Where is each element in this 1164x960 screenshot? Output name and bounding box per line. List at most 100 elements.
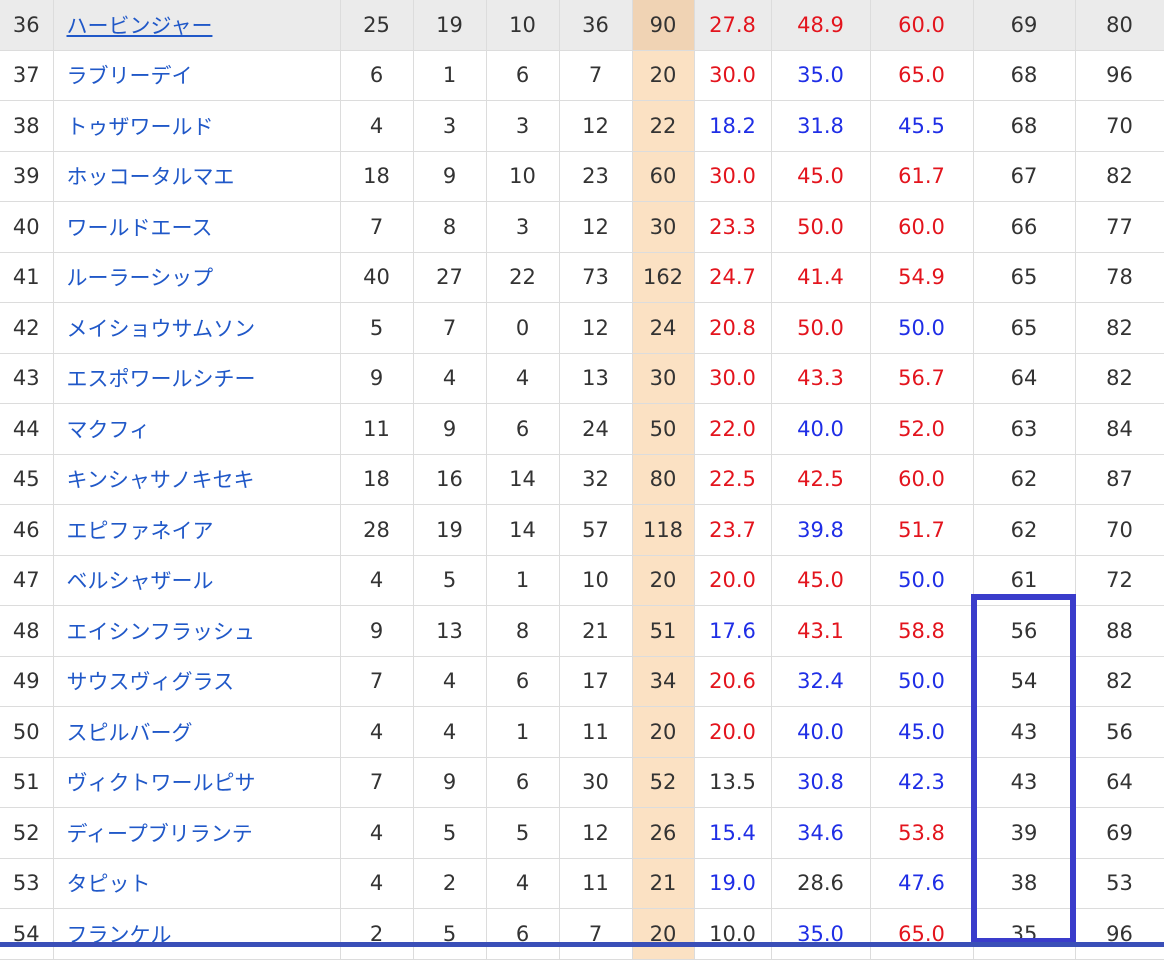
table-row: 41 ルーラーシップ 40 27 22 73 162 24.7 41.4 54.9 65 78 [0, 252, 1164, 303]
horse-name-cell[interactable]: トゥザワールド [53, 100, 341, 152]
horse-name-cell[interactable]: サウスヴィグラス [53, 656, 341, 707]
total-runs: 60 [632, 151, 695, 202]
horse-name-link[interactable]: ディープブリランテ [67, 822, 253, 846]
horse-name-cell[interactable]: ラブリーデイ [53, 50, 341, 101]
win-rate: 20.0 [694, 555, 772, 606]
third-place-count: 6 [486, 908, 560, 960]
horse-name-link[interactable]: ハービンジャー [67, 14, 213, 38]
horse-name-cell[interactable]: メイショウサムソン [53, 302, 341, 354]
second-place-count: 9 [413, 151, 487, 202]
show-rate: 53.8 [870, 807, 974, 859]
score-b: 96 [1075, 50, 1164, 101]
table-row: 42 メイショウサムソン 5 7 0 12 24 20.8 50.0 50.0 65 82 [0, 302, 1164, 354]
rank-cell: 49 [0, 656, 54, 707]
second-place-count: 4 [413, 706, 487, 758]
table-row: 37 ラブリーデイ 6 1 6 7 20 30.0 35.0 65.0 68 96 [0, 50, 1164, 101]
unplaced-count: 12 [559, 100, 633, 152]
score-b: 80 [1075, 0, 1164, 51]
first-place-count: 2 [340, 908, 414, 960]
show-rate: 58.8 [870, 605, 974, 657]
horse-name-cell[interactable]: ハービンジャー [53, 0, 341, 51]
horse-name-link[interactable]: メイショウサムソン [67, 317, 256, 341]
first-place-count: 4 [340, 555, 414, 606]
table-row: 45 キンシャサノキセキ 18 16 14 32 80 22.5 42.5 60.0 62 87 [0, 454, 1164, 505]
horse-name-link[interactable]: ホッコータルマエ [67, 165, 235, 189]
first-place-count: 18 [340, 151, 414, 202]
horse-name-cell[interactable]: ワールドエース [53, 201, 341, 253]
score-b: 72 [1075, 555, 1164, 606]
horse-name-cell[interactable]: スピルバーグ [53, 706, 341, 758]
score-b: 87 [1075, 454, 1164, 505]
first-place-count: 18 [340, 454, 414, 505]
rank-cell: 43 [0, 353, 54, 404]
score-b: 70 [1075, 100, 1164, 152]
horse-name-link[interactable]: タピット [67, 872, 151, 896]
horse-name-cell[interactable]: ホッコータルマエ [53, 151, 341, 202]
score-a: 68 [973, 100, 1076, 152]
win-rate: 22.5 [694, 454, 772, 505]
table-row: 48 エイシンフラッシュ 9 13 8 21 51 17.6 43.1 58.8 56 88 [0, 605, 1164, 657]
first-place-count: 7 [340, 757, 414, 808]
horse-name-link[interactable]: ワールドエース [67, 216, 213, 240]
horse-name-cell[interactable]: フランケル [53, 908, 341, 960]
win-rate: 13.5 [694, 757, 772, 808]
score-a: 43 [973, 706, 1076, 758]
horse-name-link[interactable]: ヴィクトワールピサ [67, 771, 256, 795]
first-place-count: 9 [340, 353, 414, 404]
total-runs: 21 [632, 858, 695, 909]
score-a: 39 [973, 807, 1076, 859]
horse-name-cell[interactable]: ヴィクトワールピサ [53, 757, 341, 808]
rank-cell: 47 [0, 555, 54, 606]
unplaced-count: 12 [559, 302, 633, 354]
horse-name-link[interactable]: マクフィ [67, 418, 151, 442]
first-place-count: 25 [340, 0, 414, 51]
score-b: 78 [1075, 252, 1164, 303]
total-runs: 90 [632, 0, 695, 51]
total-runs: 34 [632, 656, 695, 707]
horse-name-link[interactable]: エイシンフラッシュ [67, 620, 255, 644]
unplaced-count: 32 [559, 454, 633, 505]
horse-name-link[interactable]: キンシャサノキセキ [67, 468, 255, 492]
second-place-count: 19 [413, 504, 487, 556]
third-place-count: 5 [486, 807, 560, 859]
rank-cell: 45 [0, 454, 54, 505]
third-place-count: 3 [486, 100, 560, 152]
horse-name-cell[interactable]: エスポワールシチー [53, 353, 341, 404]
total-runs: 162 [632, 252, 695, 303]
horse-name-link[interactable]: エスポワールシチー [67, 367, 256, 391]
horse-name-cell[interactable]: キンシャサノキセキ [53, 454, 341, 505]
score-a: 65 [973, 302, 1076, 354]
show-rate: 47.6 [870, 858, 974, 909]
win-rate: 17.6 [694, 605, 772, 657]
horse-name-cell[interactable]: エピファネイア [53, 504, 341, 556]
horse-name-link[interactable]: トゥザワールド [67, 115, 214, 139]
second-place-count: 5 [413, 807, 487, 859]
horse-name-cell[interactable]: エイシンフラッシュ [53, 605, 341, 657]
score-a: 66 [973, 201, 1076, 253]
total-runs: 20 [632, 908, 695, 960]
third-place-count: 8 [486, 605, 560, 657]
table-row: 43 エスポワールシチー 9 4 4 13 30 30.0 43.3 56.7 64 82 [0, 353, 1164, 404]
horse-name-link[interactable]: ラブリーデイ [67, 64, 193, 88]
score-b: 53 [1075, 858, 1164, 909]
horse-name-link[interactable]: サウスヴィグラス [67, 670, 235, 694]
horse-name-link[interactable]: エピファネイア [67, 519, 214, 543]
horse-name-link[interactable]: スピルバーグ [67, 721, 193, 745]
show-rate: 51.7 [870, 504, 974, 556]
third-place-count: 14 [486, 454, 560, 505]
horse-name-link[interactable]: ベルシャザール [67, 569, 214, 593]
rank-cell: 37 [0, 50, 54, 101]
quinella-rate: 48.9 [771, 0, 871, 51]
first-place-count: 4 [340, 100, 414, 152]
third-place-count: 10 [486, 0, 560, 51]
horse-name-cell[interactable]: ベルシャザール [53, 555, 341, 606]
horse-name-cell[interactable]: ディープブリランテ [53, 807, 341, 859]
first-place-count: 4 [340, 807, 414, 859]
show-rate: 45.0 [870, 706, 974, 758]
horse-name-link[interactable]: ルーラーシップ [67, 266, 214, 290]
total-runs: 24 [632, 302, 695, 354]
horse-name-cell[interactable]: ルーラーシップ [53, 252, 341, 303]
horse-name-cell[interactable]: マクフィ [53, 403, 341, 455]
third-place-count: 1 [486, 706, 560, 758]
horse-name-cell[interactable]: タピット [53, 858, 341, 909]
